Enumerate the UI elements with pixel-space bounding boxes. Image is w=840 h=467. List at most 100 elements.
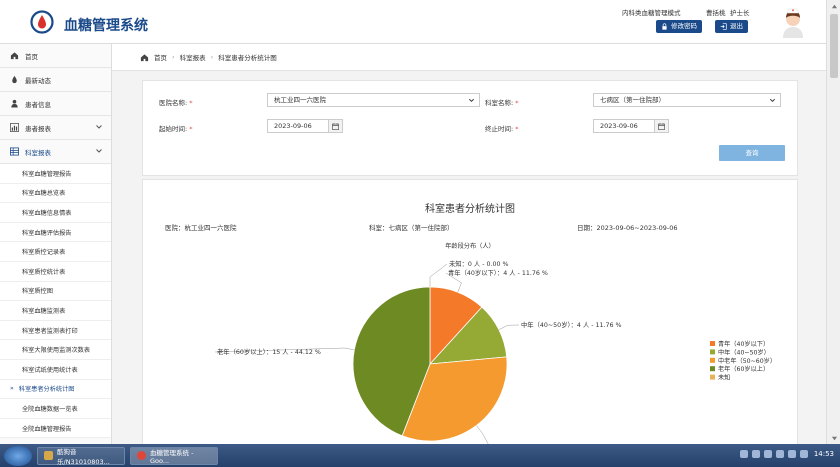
- taskbar-item-label: 血糖管理系统 - Goo...: [150, 448, 194, 465]
- sidebar-subitem[interactable]: 全院血糖管理报告: [0, 418, 111, 439]
- tray-icon[interactable]: [752, 450, 760, 458]
- sidebar-item-label: 科室报表: [25, 148, 51, 157]
- legend-label[interactable]: 中老年（50~60岁）: [718, 357, 776, 365]
- query-button[interactable]: 查询: [719, 145, 785, 161]
- header-dept-label: 内科类血糖管理模式: [622, 9, 681, 17]
- page-scrollbar[interactable]: [826, 0, 840, 444]
- logout-button[interactable]: 退出: [715, 20, 748, 33]
- chevron-down-icon: [96, 125, 102, 129]
- pie-data-label: 老年（60岁以上）：15 人 - 44.12 %: [217, 347, 321, 356]
- sidebar-item-dept-report[interactable]: 科室报表: [0, 140, 111, 164]
- sidebar-subitem[interactable]: 科室血糖评估报告: [0, 222, 111, 243]
- sidebar-subitem[interactable]: 科室血糖总览表: [0, 183, 111, 204]
- sidebar-item-label: 最新动态: [25, 76, 51, 85]
- lock-icon: [662, 23, 667, 30]
- pie-leader-line: [498, 324, 520, 330]
- dept-select[interactable]: 七病区（第一住院部）: [593, 93, 781, 107]
- sidebar-subitem[interactable]: 科室试纸使用统计表: [0, 359, 111, 380]
- scroll-up-button[interactable]: [827, 0, 840, 12]
- nurse-avatar: [783, 8, 803, 38]
- breadcrumb-separator: ›: [210, 53, 214, 61]
- sidebar-subitem[interactable]: 科室质控记录表: [0, 242, 111, 262]
- taskbar-item-active[interactable]: 血糖管理系统 - Goo...: [130, 446, 218, 465]
- sidebar-subitem[interactable]: 全院血糖数据一览表: [0, 399, 111, 419]
- sidebar-item-patient-info[interactable]: 患者信息: [0, 92, 111, 116]
- taskbar-item[interactable]: 酷狗音乐/N31010803...: [37, 446, 125, 466]
- app-header: 血糖管理系统 内科类血糖管理模式 曹括桃 护士长 修改密码 退出: [0, 0, 826, 44]
- dept-label: 科室名称: *: [485, 99, 519, 107]
- hospital-label: 医院名称: *: [159, 99, 193, 107]
- chrome-icon: [137, 451, 146, 460]
- legend-swatch[interactable]: [710, 374, 715, 380]
- sidebar-subitem[interactable]: 科室患者监测表打印: [0, 320, 111, 341]
- legend-label[interactable]: 青年（40岁以下）: [718, 340, 769, 348]
- tray-icon[interactable]: [740, 450, 748, 458]
- logout-icon: [720, 23, 727, 30]
- legend-swatch[interactable]: [710, 349, 715, 355]
- breadcrumb-level2: 科室患者分析统计图: [218, 54, 277, 62]
- start-time-input[interactable]: 2023-09-06: [267, 119, 343, 133]
- breadcrumb-level1[interactable]: 科室报表: [180, 52, 206, 62]
- calendar-icon: [658, 122, 665, 130]
- taskbar-clock: 14:53: [813, 450, 834, 458]
- tray-icon[interactable]: [776, 450, 784, 458]
- end-calendar-button[interactable]: [654, 119, 669, 133]
- app-icon: [44, 451, 53, 460]
- legend-label[interactable]: 未知: [718, 374, 730, 382]
- legend-swatch[interactable]: [710, 357, 715, 363]
- end-time-label: 终止时间: *: [485, 125, 519, 133]
- taskbar: 酷狗音乐/N31010803... 血糖管理系统 - Goo... 14:53: [0, 444, 840, 467]
- tray-icon[interactable]: [788, 450, 796, 458]
- tray-icon[interactable]: [764, 450, 772, 458]
- legend-label[interactable]: 中年（40~50岁）: [718, 348, 770, 356]
- sidebar-subitem[interactable]: 科室质控统计表: [0, 261, 111, 282]
- breadcrumb-separator: ›: [172, 53, 175, 61]
- sidebar-subitem[interactable]: 科室血糖信息情表: [0, 203, 111, 223]
- tray-icon[interactable]: [800, 450, 808, 458]
- start-button[interactable]: [4, 445, 32, 466]
- arrow-up-icon: [831, 4, 837, 8]
- breadcrumb: 首页 › 科室报表 › 科室患者分析统计图: [112, 44, 826, 71]
- breadcrumb-home[interactable]: 首页: [154, 52, 167, 62]
- sidebar-item-patient-report[interactable]: 患者报表: [0, 116, 111, 140]
- legend-swatch[interactable]: [710, 366, 715, 372]
- table-icon: [10, 147, 19, 156]
- arrow-down-icon: [831, 436, 837, 440]
- taskbar-item-label: 酷狗音乐/N31010803...: [57, 447, 110, 466]
- sidebar-subitem[interactable]: 科室血糖管理报告: [0, 164, 111, 184]
- legend-label[interactable]: 老年（60岁以上）: [718, 365, 769, 373]
- chart-panel: 科室患者分析统计图 医院：杭工业四一六医院 科室：七病区（第一住院部） 日期：2…: [142, 179, 798, 444]
- scroll-thumb[interactable]: [830, 14, 838, 78]
- start-time-label: 起始时间: *: [159, 125, 193, 133]
- logo-icon: [30, 10, 54, 34]
- sidebar-subitem[interactable]: 科室质控图: [0, 281, 111, 302]
- home-icon: [10, 52, 19, 60]
- sidebar-item-home[interactable]: 首页: [0, 44, 111, 68]
- chevron-down-icon: [769, 98, 776, 103]
- sidebar-item-news[interactable]: 最新动态: [0, 68, 111, 92]
- pie-leader-line: [429, 263, 448, 287]
- change-password-button[interactable]: 修改密码: [656, 20, 702, 33]
- sidebar: 首页 最新动态 患者信息 患者报表 科室报表 科室血糖管理报告 科室血糖总览表 …: [0, 44, 112, 444]
- end-time-input[interactable]: 2023-09-06: [593, 119, 669, 133]
- system-tray: [740, 450, 808, 458]
- header-user-name: 曹括桃: [706, 9, 726, 17]
- logout-label: 退出: [730, 22, 743, 30]
- filter-form: 医院名称: * 杭工业四一六医院 科室名称: * 七病区（第一住院部） 起始时间…: [142, 80, 798, 176]
- chevron-down-icon: [96, 149, 102, 153]
- sidebar-item-label: 首页: [25, 52, 38, 61]
- main-content: 医院名称: * 杭工业四一六医院 科室名称: * 七病区（第一住院部） 起始时间…: [112, 71, 826, 444]
- pie-data-label: 中年（40~50岁）：4 人 - 11.76 %: [521, 320, 622, 329]
- scroll-down-button[interactable]: [827, 432, 840, 444]
- pie-data-label: 未知：0 人 - 0.00 %: [449, 259, 508, 268]
- sidebar-subitem[interactable]: 科室大限使用监测次数表: [0, 340, 111, 360]
- sidebar-subitem-active[interactable]: 科室患者分析统计图: [0, 379, 111, 400]
- pie-data-label: 青年（40岁以下）：4 人 - 11.76 %: [448, 268, 548, 277]
- start-calendar-button[interactable]: [328, 119, 343, 133]
- chevron-down-icon: [468, 98, 475, 103]
- legend-swatch[interactable]: [710, 341, 715, 346]
- calendar-icon: [332, 122, 339, 130]
- change-password-label: 修改密码: [671, 22, 697, 30]
- hospital-select[interactable]: 杭工业四一六医院: [267, 93, 480, 107]
- sidebar-subitem[interactable]: 科室血糖监测表: [0, 301, 111, 321]
